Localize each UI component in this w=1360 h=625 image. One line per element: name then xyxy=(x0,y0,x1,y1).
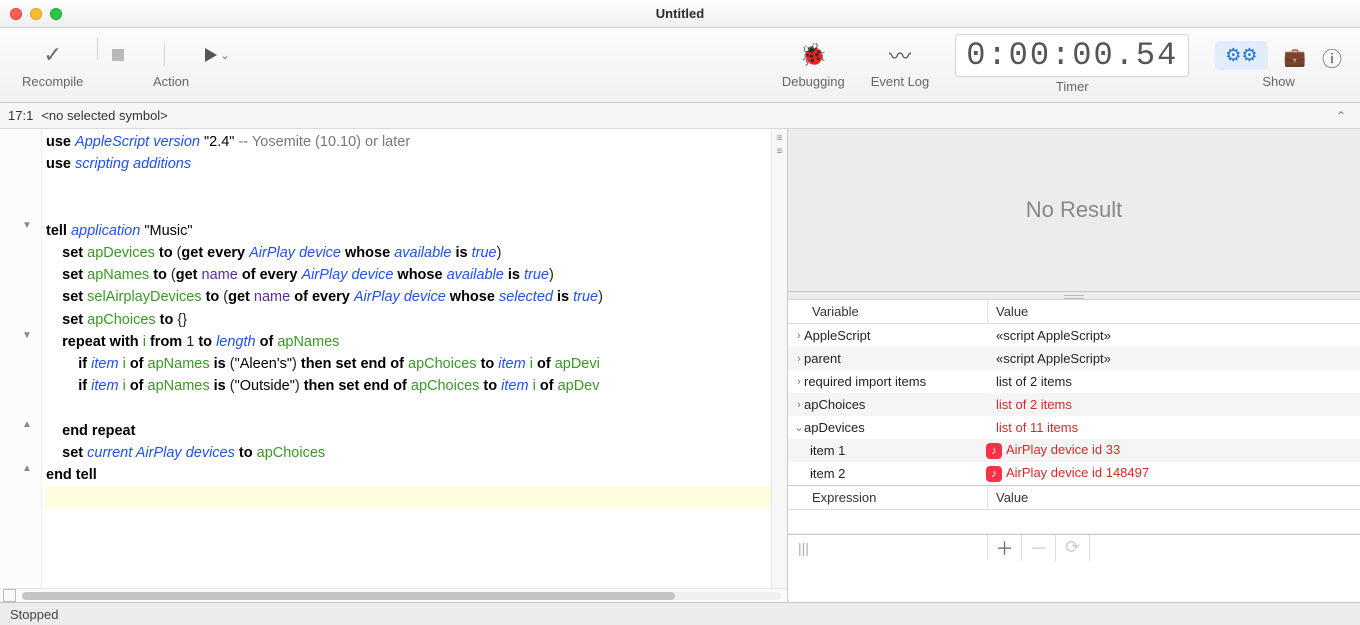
debugging-label: Debugging xyxy=(782,74,845,89)
disclosure-icon[interactable]: › xyxy=(788,376,804,388)
variable-name: required import items xyxy=(804,374,988,389)
disclosure-icon[interactable]: › xyxy=(788,468,810,480)
music-app-icon: ♪ xyxy=(986,466,1002,482)
toolbar-separator xyxy=(97,38,98,60)
variable-name: item 2 xyxy=(810,466,978,481)
symbol-popup[interactable]: <no selected symbol> xyxy=(41,108,167,123)
fold-disclosure-icon[interactable]: ▼ xyxy=(22,220,32,231)
refresh-button: ⟳ xyxy=(1056,535,1090,561)
variable-column-header[interactable]: Variable xyxy=(788,300,988,323)
variables-header: Variable Value xyxy=(788,300,1360,324)
variables-panel: Variable Value ›AppleScript«script Apple… xyxy=(788,300,1360,602)
recompile-label: Recompile xyxy=(22,74,83,89)
scroll-thumb[interactable] xyxy=(22,592,675,600)
variable-value: ♪AirPlay device id 33 xyxy=(978,442,1120,459)
titlebar: Untitled xyxy=(0,0,1360,28)
symbol-stepper[interactable]: ⌃ xyxy=(1330,109,1352,123)
variable-name: apDevices xyxy=(804,420,988,435)
status-text: Stopped xyxy=(10,607,58,622)
stop-icon[interactable] xyxy=(112,49,124,61)
variable-row[interactable]: ›required import itemslist of 2 items xyxy=(788,370,1360,393)
no-result-label: No Result xyxy=(1026,197,1123,223)
fold-disclosure-icon[interactable]: ▼ xyxy=(22,330,32,341)
disclosure-icon[interactable]: › xyxy=(788,353,804,365)
variable-row[interactable]: ›apChoiceslist of 2 items xyxy=(788,393,1360,416)
window-title: Untitled xyxy=(0,6,1360,21)
variable-value: list of 11 items xyxy=(988,420,1078,435)
variable-value: list of 2 items xyxy=(988,374,1072,389)
toolbar: ✓ Recompile ⌄ Action 🐞 Debugging 〰 Event… xyxy=(0,28,1360,103)
mini-map[interactable]: ≡≡ xyxy=(771,129,787,588)
source-editor[interactable]: use AppleScript version "2.4" -- Yosemit… xyxy=(42,129,771,588)
editor-pane: ▼ ▼ ▲ ▲ use AppleScript version "2.4" --… xyxy=(0,129,788,602)
bug-icon[interactable]: 🐞 xyxy=(800,42,827,68)
variable-value: ♪AirPlay device id 148497 xyxy=(978,465,1149,482)
variable-name: item 1 xyxy=(810,443,978,458)
event-log-icon[interactable]: 〰 xyxy=(889,39,911,71)
variable-row[interactable]: ⌄apDeviceslist of 11 items xyxy=(788,416,1360,439)
timer-display: 0:00:00.54 xyxy=(955,34,1189,77)
split-drag-handle[interactable] xyxy=(788,292,1360,300)
disclosure-icon[interactable]: › xyxy=(788,399,804,411)
expr-value-column-header[interactable]: Value xyxy=(988,490,1028,505)
run-button[interactable]: ⌄ xyxy=(205,48,229,62)
variable-row[interactable]: ›parent«script AppleScript» xyxy=(788,347,1360,370)
recompile-icon[interactable]: ✓ xyxy=(43,42,61,68)
filter-icon[interactable]: ||| xyxy=(788,535,988,560)
variable-row[interactable]: ›item 1♪AirPlay device id 33 xyxy=(788,439,1360,462)
expression-column-header[interactable]: Expression xyxy=(788,486,988,509)
variable-name: parent xyxy=(804,351,988,366)
disclosure-icon[interactable]: › xyxy=(788,330,804,342)
variable-value: «script AppleScript» xyxy=(988,351,1111,366)
variable-name: AppleScript xyxy=(804,328,988,343)
cursor-position[interactable]: 17:1 xyxy=(8,108,33,123)
action-label: Action xyxy=(153,74,189,89)
info-icon[interactable]: ⓘ xyxy=(1322,39,1342,72)
toolbar-separator xyxy=(164,44,165,66)
show-label: Show xyxy=(1262,74,1295,89)
expressions-panel: Expression Value xyxy=(788,485,1360,534)
add-button[interactable]: ＋ xyxy=(988,535,1022,561)
disclosure-icon[interactable]: ⌄ xyxy=(788,421,804,434)
fold-end-icon[interactable]: ▲ xyxy=(22,463,32,474)
horizontal-scrollbar[interactable] xyxy=(0,588,787,602)
preferences-icon[interactable]: ⚙︎⚙︎ xyxy=(1215,41,1267,70)
split-handle-icon[interactable] xyxy=(3,589,16,602)
variable-row[interactable]: ›item 2♪AirPlay device id 148497 xyxy=(788,462,1360,485)
disclosure-icon[interactable]: › xyxy=(788,445,810,457)
remove-button: － xyxy=(1022,535,1056,561)
variable-row[interactable]: ›AppleScript«script AppleScript» xyxy=(788,324,1360,347)
main-split: ▼ ▼ ▲ ▲ use AppleScript version "2.4" --… xyxy=(0,129,1360,602)
music-app-icon: ♪ xyxy=(986,443,1002,459)
play-icon xyxy=(205,48,217,62)
status-bar: Stopped xyxy=(0,602,1360,625)
chevron-down-icon[interactable]: ⌄ xyxy=(220,49,229,62)
fold-gutter: ▼ ▼ ▲ ▲ xyxy=(0,129,42,588)
value-column-header[interactable]: Value xyxy=(988,304,1028,319)
variable-value: «script AppleScript» xyxy=(988,328,1111,343)
nav-bar: 17:1 <no selected symbol> ⌃ xyxy=(0,103,1360,129)
expression-row[interactable] xyxy=(788,510,1360,534)
fold-end-icon[interactable]: ▲ xyxy=(22,419,32,430)
variable-value: list of 2 items xyxy=(988,397,1072,412)
briefcase-icon[interactable]: 💼 xyxy=(1284,43,1306,68)
event-log-label: Event Log xyxy=(871,74,930,89)
variables-toolbar: ||| ＋ － ⟳ xyxy=(788,534,1360,560)
timer-label: Timer xyxy=(1056,79,1089,94)
variable-name: apChoices xyxy=(804,397,988,412)
inspector-column: No Result Variable Value ›AppleScript«sc… xyxy=(788,129,1360,602)
result-area: No Result xyxy=(788,129,1360,292)
